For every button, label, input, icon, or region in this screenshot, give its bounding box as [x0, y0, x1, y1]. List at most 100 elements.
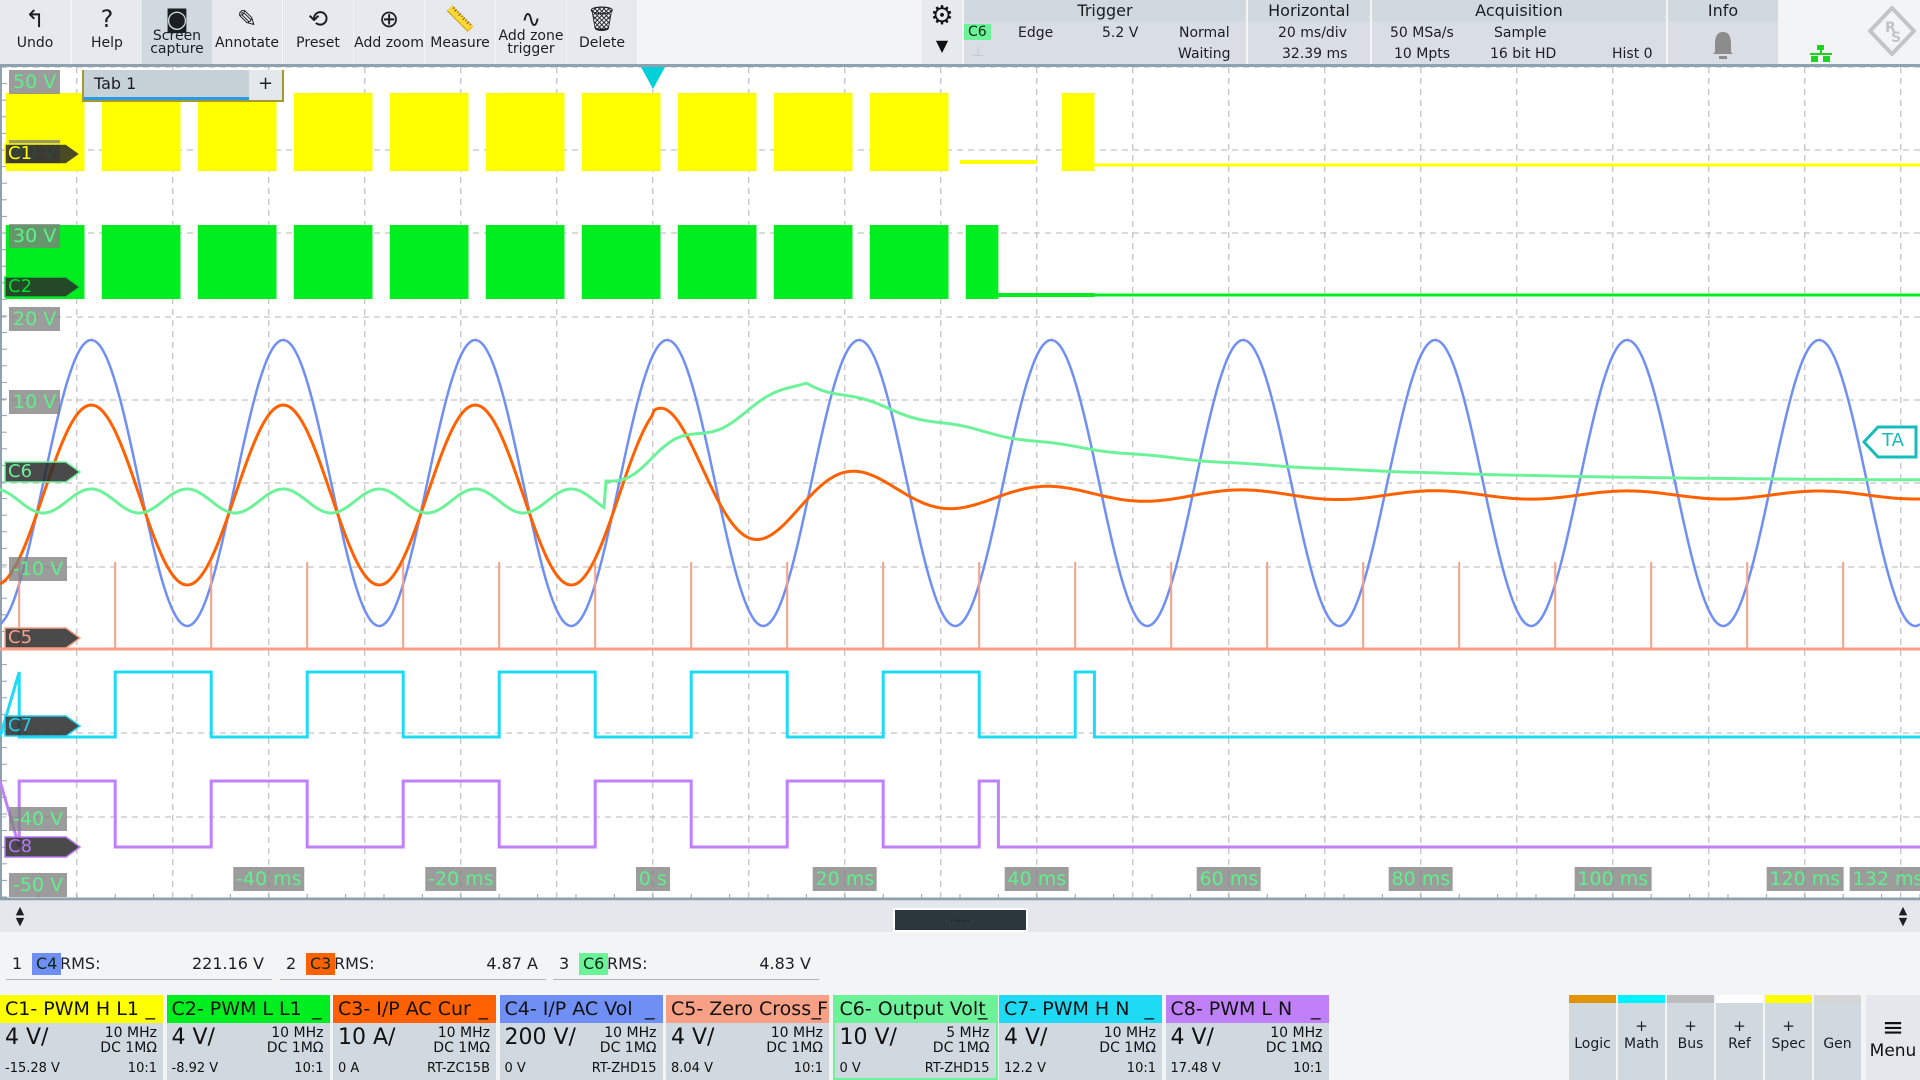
vertical-scale[interactable]: 200 V/	[505, 1025, 576, 1051]
ta-marker[interactable]: TA	[1862, 425, 1918, 459]
preset-button[interactable]: ⟲ Preset	[283, 0, 353, 64]
vertical-scale[interactable]: 10 V/	[840, 1025, 897, 1051]
screen-capture-button[interactable]: ◙ Screen capture	[142, 0, 212, 64]
vertical-scale[interactable]: 4 V/	[1004, 1025, 1047, 1051]
add-zone-trigger-label: Add zone trigger	[498, 28, 564, 57]
channel-title-bar[interactable]: C6- Output Volt _	[834, 995, 996, 1023]
minimize-channel-button[interactable]: _	[146, 995, 156, 1023]
channel-box-c2[interactable]: C2- PWM L L1 _ 4 V/10 MHz DC 1MΩ -8.92 V 10:1	[166, 995, 332, 1080]
logic-button[interactable]: Logic	[1569, 995, 1617, 1080]
info-panel[interactable]: Info	[1666, 0, 1778, 64]
preset-icon: ⟲	[307, 5, 329, 33]
channel-marker-c7[interactable]: C7	[4, 715, 82, 737]
channel-box-c8[interactable]: C8- PWM L N _ 4 V/10 MHz DC 1MΩ 17.48 V 10:1	[1165, 995, 1331, 1080]
minimize-channel-button[interactable]: _	[312, 995, 322, 1023]
time-label: -20 ms	[425, 867, 497, 891]
minimize-channel-button[interactable]: _	[1145, 995, 1155, 1023]
trigger-type: Edge	[1018, 25, 1054, 41]
minimize-channel-button[interactable]: _	[1311, 995, 1321, 1023]
horizontal-scrollbar[interactable]: ▲ ▼ ..... ▲ ▼	[0, 900, 1920, 932]
probe-ratio: 10:1	[1293, 1061, 1323, 1076]
vertical-scale[interactable]: 4 V/	[5, 1025, 48, 1051]
channel-box-c4[interactable]: C4- I/P AC Vol _ 200 V/10 MHz DC 1MΩ 0 V RT-Z…	[499, 995, 665, 1080]
measurement-source-badge: C3	[306, 953, 336, 975]
horizontal-position: 32.39 ms	[1282, 46, 1348, 62]
gen-button[interactable]: Gen	[1814, 995, 1862, 1080]
waveform-display[interactable]: 50 V40 V30 V20 V10 V-10 V-40 V-50 V -40 …	[0, 67, 1920, 900]
channel-marker-c6[interactable]: C6	[4, 461, 82, 483]
ref-button[interactable]: + Ref	[1716, 995, 1764, 1080]
chevron-down-icon[interactable]: ▼	[922, 32, 962, 60]
measurement-value: 4.83 V	[759, 954, 811, 973]
network-icon	[1810, 45, 1832, 62]
scroll-thumb[interactable]: .....	[893, 908, 1028, 932]
channel-title-bar[interactable]: C4- I/P AC Vol _	[499, 995, 663, 1023]
acquisition-panel[interactable]: Acquisition 50 MSa/s 10 Mpts Sample 16 b…	[1370, 0, 1666, 64]
plus-icon: +	[1733, 1017, 1746, 1035]
channel-marker-c1[interactable]: C1	[4, 143, 82, 165]
vertical-scale[interactable]: 10 A/	[338, 1025, 395, 1051]
minimize-channel-button[interactable]: _	[645, 995, 655, 1023]
menu-button[interactable]: ≡ Menu	[1866, 995, 1920, 1080]
channel-title-bar[interactable]: C5- Zero Cross F _	[666, 995, 829, 1023]
c2-burst	[389, 225, 469, 299]
vertical-scale[interactable]: 4 V/	[671, 1025, 714, 1051]
channel-title-bar[interactable]: C7- PWM H N _	[999, 995, 1162, 1023]
minimize-channel-button[interactable]: _	[812, 995, 822, 1023]
help-button[interactable]: ? Help	[72, 0, 142, 64]
probe-ratio: 10:1	[127, 1061, 157, 1076]
measurement-3[interactable]: 3 C6 RMS: 4.83 V	[553, 950, 819, 980]
add-zoom-button[interactable]: ⊕ Add zoom	[354, 0, 424, 64]
time-label: 120 ms	[1766, 867, 1844, 891]
channel-box-c1[interactable]: C1- PWM H L1 _ 4 V/10 MHz DC 1MΩ -15.28 V 10:…	[0, 995, 165, 1080]
channel-marker-c5[interactable]: C5	[4, 627, 82, 649]
channel-marker-c8[interactable]: C8	[4, 836, 82, 858]
measurement-1[interactable]: 1 C4 RMS: 221.16 V	[6, 950, 272, 980]
settings-button[interactable]: ⚙ ▼	[922, 0, 962, 64]
minimize-channel-button[interactable]: _	[479, 995, 489, 1023]
minimize-channel-button[interactable]: _	[978, 995, 988, 1023]
measurement-index: 3	[559, 954, 570, 973]
screen-capture-label: Screen capture	[150, 28, 204, 57]
undo-button[interactable]: ↰ Undo	[0, 0, 70, 64]
math-button[interactable]: + Math	[1618, 995, 1666, 1080]
add-zone-trigger-button[interactable]: ∿ Add zone trigger	[496, 0, 566, 64]
channel-offset: 12.2 V	[1004, 1061, 1046, 1076]
color-bar	[1618, 995, 1665, 1003]
trigger-position-marker[interactable]	[640, 67, 665, 91]
volt-label: 30 V	[9, 224, 61, 248]
vertical-scale[interactable]: 4 V/	[172, 1025, 215, 1051]
delete-button[interactable]: 🗑 Delete	[567, 0, 637, 64]
annotate-button[interactable]: ✎ Annotate	[212, 0, 282, 64]
c2-burst	[965, 225, 999, 299]
add-tab-button[interactable]: +	[249, 70, 282, 100]
channel-title-bar[interactable]: C1- PWM H L1 _	[0, 995, 163, 1023]
channel-title-bar[interactable]: C2- PWM L L1 _	[166, 995, 330, 1023]
channel-title-bar[interactable]: C8- PWM L N _	[1165, 995, 1329, 1023]
channel-box-c7[interactable]: C7- PWM H N _ 4 V/10 MHz DC 1MΩ 12.2 V 10:1	[999, 995, 1164, 1080]
c2-burst	[101, 225, 181, 299]
channel-box-c6[interactable]: C6- Output Volt _ 10 V/5 MHz DC 1MΩ 0 V RT-ZH…	[832, 995, 998, 1080]
scroll-up-down-right[interactable]: ▲ ▼	[1895, 905, 1911, 927]
measurement-2[interactable]: 2 C3 RMS: 4.87 A	[280, 950, 546, 980]
channel-marker-c2[interactable]: C2	[4, 276, 82, 298]
horizontal-panel[interactable]: Horizontal 20 ms/div 32.39 ms	[1246, 0, 1370, 64]
delete-label: Delete	[579, 35, 625, 51]
channel-box-c3[interactable]: C3- I/P AC Cur _ 10 A/10 MHz DC 1MΩ 0 A RT-ZC…	[333, 995, 498, 1080]
scroll-up-down-left[interactable]: ▲ ▼	[12, 905, 28, 927]
menu-icon: ≡	[1882, 1013, 1904, 1043]
tab-1[interactable]: Tab 1	[84, 70, 249, 100]
measurement-value: 4.87 A	[486, 954, 538, 973]
volt-label: 50 V	[9, 70, 61, 94]
measure-button[interactable]: 📏 Measure	[425, 0, 495, 64]
c1-burst	[581, 93, 661, 171]
waveform-canvas[interactable]	[0, 67, 1920, 900]
trigger-panel[interactable]: Trigger C6 Edge 5.2 V Normal ⊥ Waiting	[964, 0, 1246, 64]
spec-button[interactable]: + Spec	[1765, 995, 1813, 1080]
channel-title-bar[interactable]: C3- I/P AC Cur _	[333, 995, 496, 1023]
bus-button[interactable]: + Bus	[1667, 995, 1715, 1080]
channel-box-c5[interactable]: C5- Zero Cross F _ 4 V/10 MHz DC 1MΩ 8.04 V1…	[666, 995, 831, 1080]
vertical-scale[interactable]: 4 V/	[1171, 1025, 1214, 1051]
c1-burst	[101, 93, 181, 171]
record-length: 10 Mpts	[1394, 46, 1451, 62]
